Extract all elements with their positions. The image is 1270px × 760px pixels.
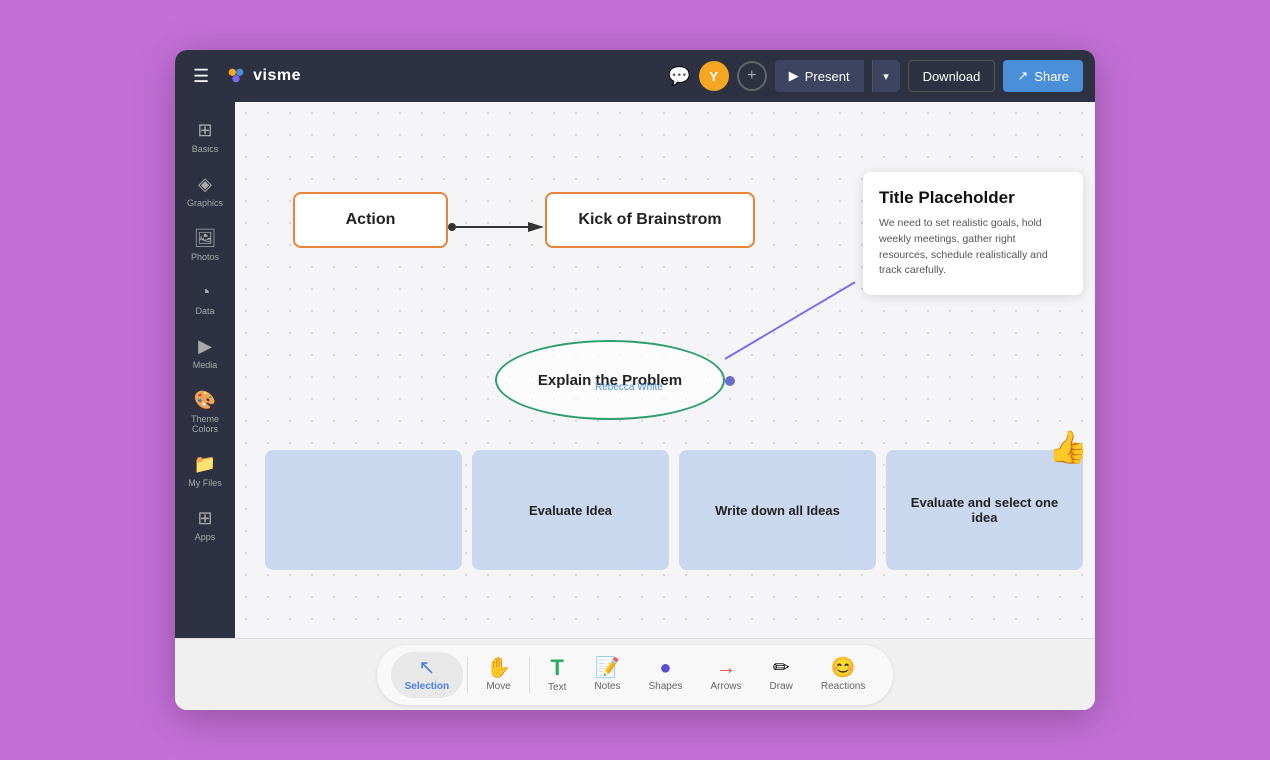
main-area: ⊞ Basics ◈ Graphics 🖼 Photos ◔ Data ▶ Me… [175,102,1095,638]
sidebar-item-label: Basics [192,144,219,154]
chat-icon[interactable]: 💬 [668,66,690,87]
tool-draw[interactable]: ✏ Draw [756,652,807,698]
topbar-logo: visme [225,65,301,87]
shape-kick-label: Kick of Brainstrom [578,211,721,229]
cards-row: Evaluate Idea Write down all Ideas 👍 Eva… [265,450,1083,570]
title-card-title: Title Placeholder [879,188,1067,208]
sidebar-item-basics[interactable]: ⊞ Basics [175,112,235,162]
canvas[interactable]: Action Kick of Brainstrom Title Placehol… [235,102,1095,638]
thumbs-up-icon: 👍 [1048,428,1088,466]
oval-explain-problem[interactable]: Explain the Problem [495,340,725,420]
toolbar-divider [529,657,530,693]
card-label: Evaluate and select one idea [896,495,1073,525]
tool-label: Shapes [648,681,682,692]
shape-action[interactable]: Action [293,192,448,248]
apps-icon: ⊞ [197,508,212,529]
card-empty[interactable] [265,450,462,570]
sidebar-item-label: Graphics [187,198,223,208]
card-select-idea[interactable]: 👍 Evaluate and select one idea [886,450,1083,570]
theme-colors-icon: 🎨 [194,390,216,411]
title-card-body: We need to set realistic goals, hold wee… [879,216,1067,279]
tool-label: Reactions [821,681,865,692]
arrow-connector [448,217,544,237]
present-button[interactable]: ▶ Present [775,60,864,92]
photos-icon: 🖼 [194,228,217,249]
present-dropdown-button[interactable]: ▾ [872,60,900,92]
topbar-actions: 💬 Y + ▶ Present ▾ Download ↗ Share [668,60,1083,92]
menu-icon[interactable]: ☰ [187,62,215,91]
toolbar-divider [467,657,468,693]
tool-move[interactable]: ✋ Move [472,652,525,698]
sidebar-item-theme-colors[interactable]: 🎨 Theme Colors [175,382,235,442]
arrows-icon: → [716,658,736,678]
graphics-icon: ◈ [198,174,212,195]
sidebar-item-label: Media [193,360,218,370]
draw-icon: ✏ [773,658,790,678]
title-card[interactable]: Title Placeholder We need to set realist… [863,172,1083,295]
text-icon: T [550,657,563,679]
tool-selection[interactable]: ↖ Selection [391,652,463,698]
my-files-icon: 📁 [194,454,216,475]
sidebar-item-label: My Files [188,478,222,488]
card-label: Write down all Ideas [715,503,840,518]
tool-notes[interactable]: 📝 Notes [580,652,634,698]
sidebar-item-label: Apps [195,532,216,542]
move-icon: ✋ [486,658,511,678]
tool-label: Draw [770,681,793,692]
share-button[interactable]: ↗ Share [1003,60,1083,92]
sidebar-item-apps[interactable]: ⊞ Apps [175,500,235,550]
sidebar-item-my-files[interactable]: 📁 My Files [175,446,235,496]
sidebar-item-label: Theme Colors [179,414,231,434]
sidebar-item-label: Data [195,306,214,316]
shape-kick[interactable]: Kick of Brainstrom [545,192,755,248]
tool-label: Notes [594,681,620,692]
shape-action-label: Action [346,211,396,229]
sidebar: ⊞ Basics ◈ Graphics 🖼 Photos ◔ Data ▶ Me… [175,102,235,638]
tool-label: Arrows [710,681,741,692]
tool-label: Text [548,682,566,693]
tool-shapes[interactable]: ● Shapes [634,652,696,698]
card-evaluate-idea[interactable]: Evaluate Idea [472,450,669,570]
tool-arrows[interactable]: → Arrows [696,652,755,698]
notes-icon: 📝 [595,658,620,678]
sidebar-item-data[interactable]: ◔ Data [175,274,235,324]
media-icon: ▶ [198,336,212,357]
download-button[interactable]: Download [908,60,996,92]
tool-label: Move [486,681,510,692]
topbar: ☰ visme 💬 Y + ▶ Present ▾ Download ↗ Sha… [175,50,1095,102]
sidebar-item-media[interactable]: ▶ Media [175,328,235,378]
shapes-icon: ● [659,658,671,678]
app-window: ☰ visme 💬 Y + ▶ Present ▾ Download ↗ Sha… [175,50,1095,710]
logo-text: visme [253,67,301,85]
card-label: Evaluate Idea [529,503,612,518]
connector-dot [725,376,735,386]
sidebar-item-graphics[interactable]: ◈ Graphics [175,166,235,216]
oval-user-label: Rebecca White [595,382,663,393]
tool-text[interactable]: T Text [534,651,580,699]
sidebar-item-photos[interactable]: 🖼 Photos [175,220,235,270]
basics-icon: ⊞ [197,120,212,141]
reactions-icon: 😊 [831,658,856,678]
selection-icon: ↖ [418,658,435,678]
tool-reactions[interactable]: 😊 Reactions [807,652,879,698]
add-collaborator-icon[interactable]: + [737,61,767,91]
card-write-ideas[interactable]: Write down all Ideas [679,450,876,570]
avatar[interactable]: Y [699,61,729,91]
toolbar: ↖ Selection ✋ Move T Text 📝 Notes ● Shap… [175,638,1095,710]
toolbar-inner: ↖ Selection ✋ Move T Text 📝 Notes ● Shap… [377,645,894,705]
tool-label: Selection [405,681,449,692]
sidebar-item-label: Photos [191,252,219,262]
data-icon: ◔ [200,282,211,303]
